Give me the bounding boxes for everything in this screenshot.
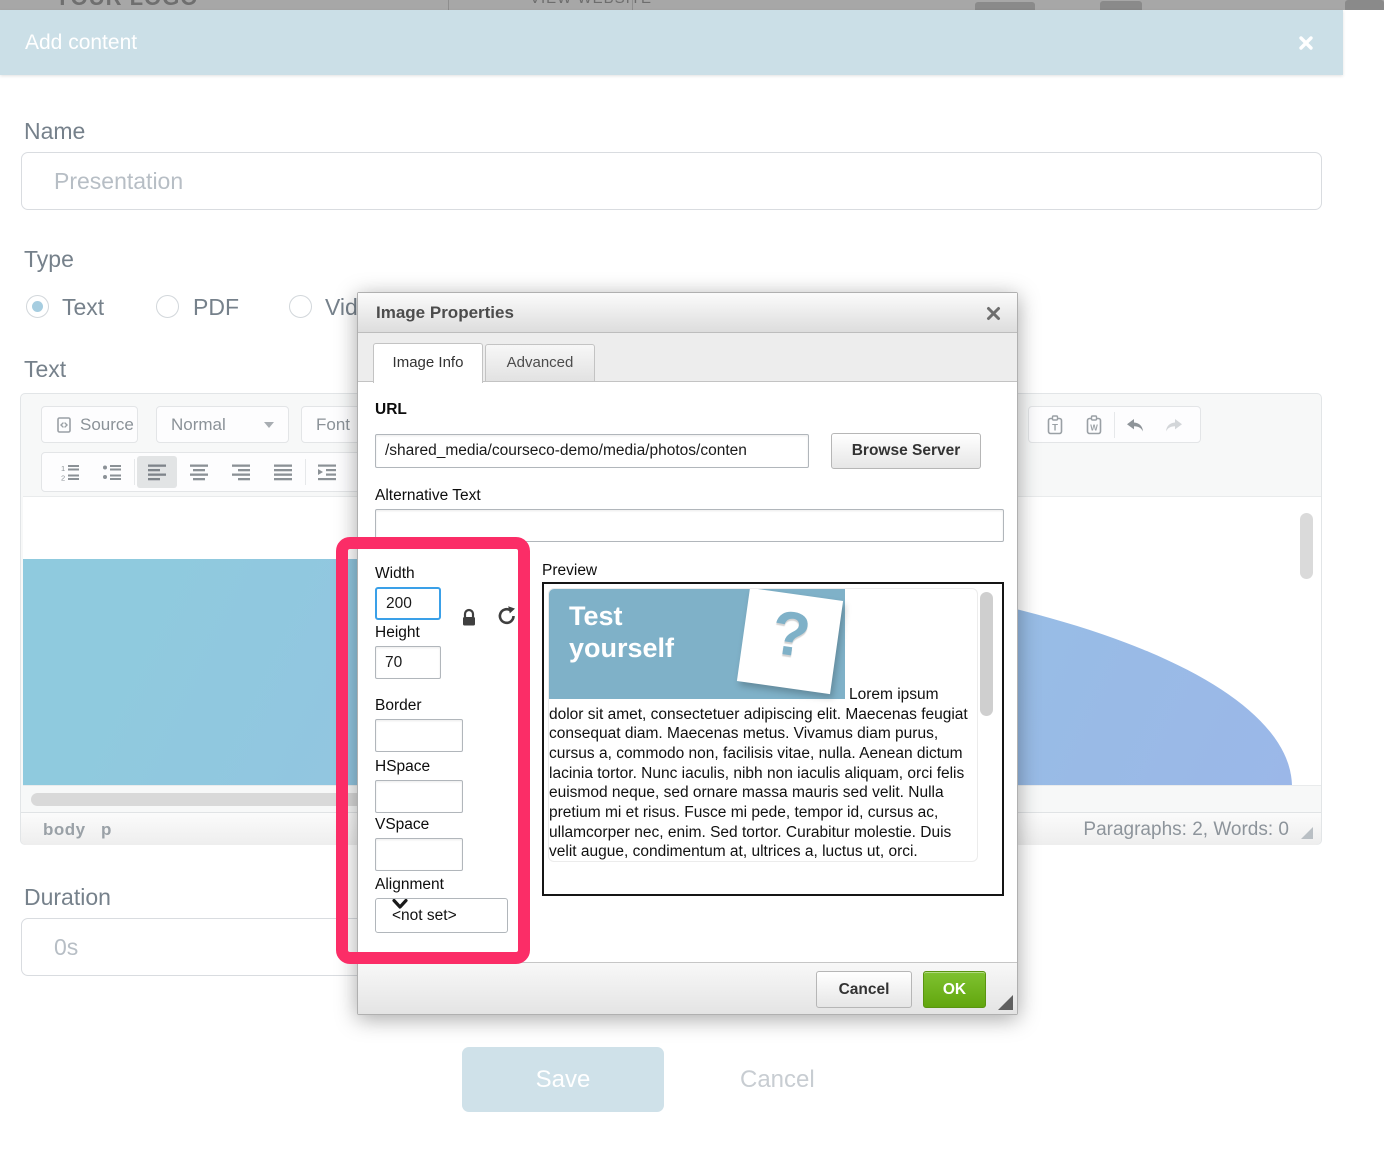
divider: [448, 0, 449, 10]
svg-text:T: T: [1052, 422, 1058, 433]
svg-text:2: 2: [61, 473, 65, 482]
redo-icon[interactable]: [1154, 409, 1194, 441]
divider: [305, 459, 306, 485]
tab-image-info[interactable]: Image Info: [373, 343, 483, 383]
url-label: URL: [375, 401, 407, 419]
chevron-down-icon: [392, 899, 497, 910]
dialog-titlebar[interactable]: Image Properties: [358, 293, 1017, 333]
cancel-button[interactable]: Cancel: [740, 1047, 815, 1112]
vspace-label: VSpace: [375, 816, 429, 834]
dialog-title: Image Properties: [376, 293, 514, 333]
hspace-label: HSpace: [375, 758, 430, 776]
width-label: Width: [375, 565, 415, 583]
dialog-footer: [358, 962, 1017, 1014]
radio-type-text[interactable]: [26, 295, 49, 318]
dimmed-background-page: YOUR LOGO VIEW WEBSITE: [0, 0, 1384, 10]
tab-advanced[interactable]: Advanced: [485, 344, 595, 382]
preview-label: Preview: [542, 562, 597, 580]
justify-icon[interactable]: [263, 456, 303, 488]
vertical-scrollbar[interactable]: [1300, 513, 1313, 579]
preview-box: Testyourself?Lorem ipsum dolor sit amet,…: [542, 582, 1004, 896]
radio-type-text-label[interactable]: Text: [62, 294, 104, 321]
url-input[interactable]: [375, 434, 809, 468]
bulleted-list-icon[interactable]: [92, 456, 132, 488]
width-input[interactable]: [375, 587, 441, 620]
indent-icon[interactable]: [308, 456, 348, 488]
align-right-icon[interactable]: [221, 456, 261, 488]
svg-text:1: 1: [61, 464, 65, 473]
background-logo: YOUR LOGO: [55, 0, 198, 10]
text-label: Text: [24, 356, 66, 383]
duration-label: Duration: [24, 884, 111, 911]
radio-type-pdf-label[interactable]: PDF: [193, 294, 239, 321]
preview-scrollbar[interactable]: [980, 592, 993, 716]
undo-icon[interactable]: [1115, 409, 1155, 441]
background-icon: [975, 2, 1035, 10]
type-label: Type: [24, 246, 74, 273]
preview-content: Testyourself?Lorem ipsum dolor sit amet,…: [548, 588, 978, 862]
divider: [632, 0, 633, 10]
background-icon: [1345, 0, 1384, 10]
align-left-icon[interactable]: [137, 456, 177, 488]
modal-header: Add content: [0, 10, 1343, 75]
element-path-p[interactable]: p: [101, 820, 112, 840]
question-card: ?: [737, 588, 843, 694]
alignment-label: Alignment: [375, 876, 444, 894]
radio-type-pdf[interactable]: [156, 295, 179, 318]
element-path-body[interactable]: body: [43, 820, 86, 840]
browse-server-button[interactable]: Browse Server: [831, 433, 981, 469]
svg-text:W: W: [1090, 423, 1098, 432]
source-button[interactable]: Source: [41, 406, 138, 443]
height-label: Height: [375, 624, 420, 642]
border-input[interactable]: [375, 719, 463, 752]
dialog-ok-button[interactable]: OK: [923, 971, 986, 1008]
close-icon[interactable]: [986, 306, 1001, 321]
save-button[interactable]: Save: [462, 1047, 664, 1112]
resize-handle-icon[interactable]: [998, 995, 1013, 1010]
hspace-input[interactable]: [375, 780, 463, 813]
image-properties-dialog: Image Properties Image Info Advanced URL…: [357, 292, 1018, 1015]
lock-ratio-icon[interactable]: [461, 608, 477, 627]
align-center-icon[interactable]: [179, 456, 219, 488]
alternative-text-input[interactable]: [375, 509, 1004, 542]
radio-type-video[interactable]: [289, 295, 312, 318]
resize-handle-icon[interactable]: [1301, 827, 1313, 839]
caret-down-icon: [264, 422, 274, 428]
paragraph-format-dropdown[interactable]: Normal: [156, 406, 289, 443]
vspace-input[interactable]: [375, 838, 463, 871]
paste-from-word-icon[interactable]: W: [1075, 409, 1115, 441]
background-view-website-link: VIEW WEBSITE: [530, 0, 652, 7]
modal-title: Add content: [25, 10, 137, 75]
paste-as-text-icon[interactable]: T: [1035, 409, 1075, 441]
border-label: Border: [375, 697, 422, 715]
height-input[interactable]: [375, 646, 441, 679]
name-label: Name: [24, 118, 85, 145]
preview-image: Testyourself?: [549, 589, 845, 699]
alternative-text-label: Alternative Text: [375, 487, 481, 505]
divider: [134, 459, 135, 485]
page: YOUR LOGO VIEW WEBSITE Add content Name …: [0, 0, 1384, 1174]
alignment-select[interactable]: <not set>: [375, 898, 508, 933]
dialog-cancel-button[interactable]: Cancel: [816, 971, 912, 1008]
close-icon[interactable]: [1298, 35, 1314, 51]
clipboard-history-toolbar-group: T W: [1028, 406, 1201, 443]
question-mark-icon: ?: [739, 590, 843, 681]
numbered-list-icon[interactable]: 12: [50, 456, 90, 488]
source-icon: [56, 417, 72, 433]
name-input[interactable]: [21, 152, 1322, 210]
preview-lorem-text: Lorem ipsum dolor sit amet, consectetuer…: [549, 686, 968, 860]
reset-size-icon[interactable]: [497, 606, 517, 626]
word-count: Paragraphs: 2, Words: 0: [1083, 819, 1289, 841]
background-icon: [1100, 1, 1142, 10]
